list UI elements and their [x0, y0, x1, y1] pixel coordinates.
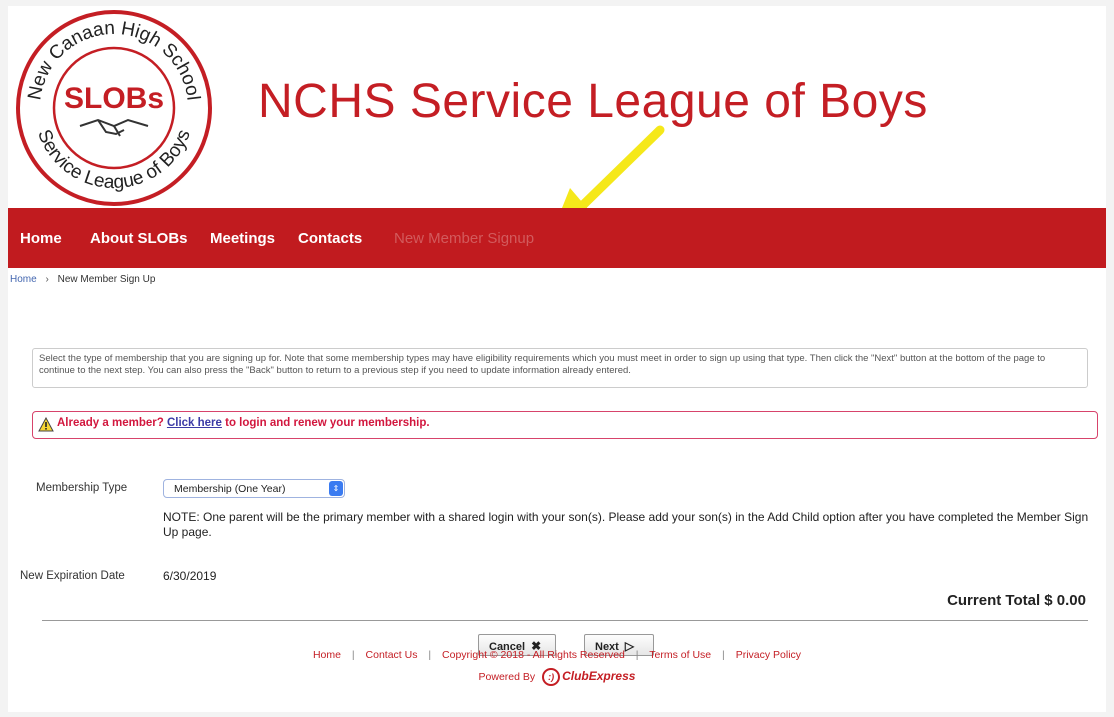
membership-type-label: Membership Type [36, 482, 128, 494]
footer-link-privacy[interactable]: Privacy Policy [736, 649, 801, 661]
warning-icon [38, 417, 54, 432]
footer-links: Home | Contact Us | Copyright © 2018 - A… [312, 649, 802, 661]
clubexpress-mark-icon: :) [542, 668, 561, 686]
slobs-logo: New Canaan High School Service League of… [16, 10, 212, 206]
login-link[interactable]: Click here [167, 417, 222, 429]
footer-link-home[interactable]: Home [313, 649, 341, 661]
breadcrumb-home[interactable]: Home [10, 274, 37, 285]
nav-item-new-member-signup[interactable]: New Member Signup [394, 230, 534, 247]
footer-link-terms[interactable]: Terms of Use [649, 649, 711, 661]
footer-link-contact-us[interactable]: Contact Us [366, 649, 418, 661]
divider [42, 620, 1088, 621]
already-member-alert: Already a member? Click here to login an… [32, 411, 1098, 439]
page: New Canaan High School Service League of… [8, 6, 1106, 712]
copyright: Copyright © 2018 - All Rights Reserved [442, 649, 625, 661]
main-nav: Home About SLOBs Meetings Contacts New M… [8, 208, 1106, 268]
nav-item-meetings[interactable]: Meetings [210, 230, 275, 247]
nav-item-home[interactable]: Home [20, 230, 62, 247]
expiration-value: 6/30/2019 [163, 569, 217, 583]
nav-item-contacts[interactable]: Contacts [298, 230, 362, 247]
clubexpress-brand: ClubExpress [562, 669, 636, 684]
membership-note: NOTE: One parent will be the primary mem… [163, 510, 1089, 539]
membership-type-value: Membership (One Year) [174, 483, 286, 495]
current-total: Current Total $ 0.00 [947, 592, 1086, 609]
alert-suffix: to login and renew your membership. [221, 417, 430, 429]
breadcrumb: Home › New Member Sign Up [10, 274, 155, 285]
site-title: NCHS Service League of Boys [258, 75, 928, 128]
alert-prefix: Already a member? [57, 417, 167, 429]
chevron-updown-icon: ⇕ [329, 481, 343, 496]
clubexpress-logo[interactable]: :) ClubExpress [542, 668, 635, 686]
powered-by-label: Powered By [478, 670, 536, 683]
breadcrumb-separator: › [45, 274, 49, 285]
breadcrumb-current: New Member Sign Up [57, 274, 156, 285]
expiration-label: New Expiration Date [20, 570, 125, 582]
powered-by: Powered By :) ClubExpress [8, 668, 1106, 686]
instructions-box: Select the type of membership that you a… [32, 348, 1088, 388]
membership-type-select[interactable]: Membership (One Year) ⇕ [163, 479, 345, 498]
logo-center-text: SLOBs [64, 82, 164, 115]
nav-item-about-slobs[interactable]: About SLOBs [90, 230, 188, 247]
